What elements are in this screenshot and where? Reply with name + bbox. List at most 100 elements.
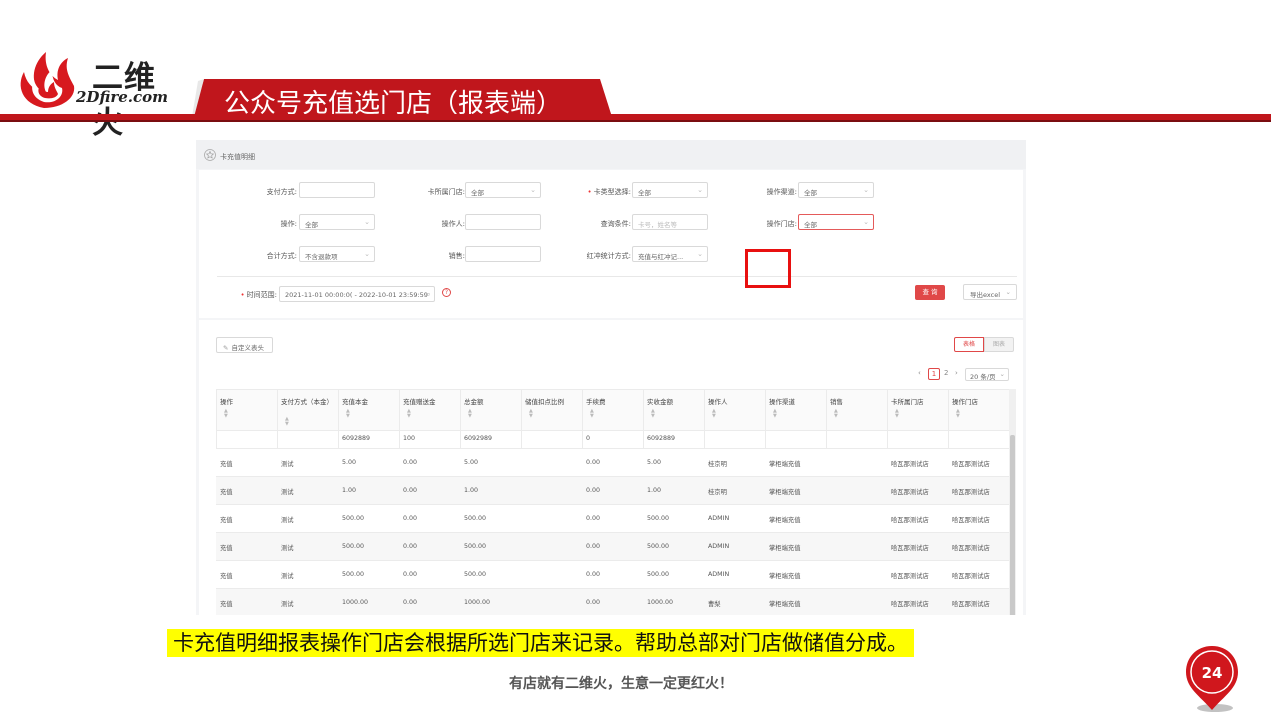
sort-icon[interactable]: ▲ ▼	[895, 409, 899, 419]
chevron-down-icon: ⌄	[863, 186, 869, 194]
red-stat-select[interactable]: 充值与红冲记... ⌄	[632, 246, 708, 262]
column-header[interactable]: 手续费	[586, 398, 637, 407]
column-header[interactable]: 卡所属门店	[891, 398, 942, 407]
view-chart-tab[interactable]: 图表	[984, 337, 1014, 352]
sort-icon[interactable]: ▲ ▼	[407, 409, 411, 419]
column-header[interactable]: 实收金额	[647, 398, 698, 407]
table-cell: 曹梨	[708, 601, 721, 608]
column-header[interactable]: 支付方式（本金）	[281, 398, 333, 407]
time-range-label-text: 时间范围:	[246, 291, 277, 299]
sum-method-label: 合计方式:	[266, 252, 297, 260]
export-excel-label: 导出excel	[970, 291, 1000, 299]
slide-caption: 卡充值明细报表操作门店会根据所选门店来记录。帮助总部对门店做储值分成。	[167, 629, 914, 657]
table-cell: 0.00	[586, 571, 601, 578]
query-cond-input[interactable]: 卡号，姓名等	[632, 214, 708, 230]
column-divider	[582, 389, 583, 448]
time-range-picker[interactable]: 2021-11-01 00:00:0( - 2022-10-01 23:59:5…	[279, 286, 435, 302]
sum-method-select[interactable]: 不含退款项 ⌄	[299, 246, 375, 262]
table-cell: 500.00	[464, 515, 487, 522]
card-store-value: 全部	[471, 189, 484, 197]
sort-icon[interactable]: ▲ ▼	[468, 409, 472, 419]
breadcrumb: 卡充值明细	[220, 153, 255, 161]
custom-header-button[interactable]: ✎ 自定义表头	[216, 337, 273, 353]
pager-next[interactable]: ›	[955, 369, 958, 377]
column-header[interactable]: 储值扣点比例	[525, 398, 576, 407]
sort-icon[interactable]: ▲ ▼	[346, 409, 350, 419]
table-panel: ✎ 自定义表头 表格 图表 ‹ 1 2 › 20 条/页 ⌄ 操作 ▲ ▼ 支付方式（本…	[199, 320, 1023, 615]
table-cell: 500.00	[342, 571, 365, 578]
column-header[interactable]: 操作门店	[952, 398, 1003, 407]
table-cell: 哈瓦那测试店	[891, 601, 929, 608]
column-header[interactable]: 销售	[830, 398, 881, 407]
sales-input[interactable]	[465, 246, 541, 262]
table-cell: ADMIN	[708, 543, 730, 550]
table-cell: 500.00	[647, 515, 670, 522]
sort-icon[interactable]: ▲ ▼	[956, 409, 960, 419]
page-size-select[interactable]: 20 条/页 ⌄	[965, 368, 1009, 381]
red-stat-value: 充值与红冲记...	[638, 253, 684, 261]
table-cell: 1.00	[342, 487, 357, 494]
op-store-select[interactable]: 全部 ⌄	[798, 214, 874, 230]
sort-icon[interactable]: ▲ ▼	[590, 409, 594, 419]
scrollbar-thumb[interactable]	[1010, 435, 1015, 615]
column-divider	[521, 389, 522, 448]
column-divider	[765, 389, 766, 448]
report-screenshot: 卡充值明细 支付方式: 卡所属门店: 全部 ⌄ • 卡类型选择: 全部 ⌄ 操作渠道:…	[196, 140, 1026, 615]
pay-method-label: 支付方式:	[266, 188, 297, 196]
table-cell: 哈瓦那测试店	[891, 573, 929, 580]
column-header[interactable]: 充值赠送金	[403, 398, 454, 407]
view-table-tab[interactable]: 表格	[954, 337, 984, 352]
column-header[interactable]: 操作	[220, 398, 271, 407]
query-button[interactable]: 查 询	[915, 285, 945, 300]
pager-prev[interactable]: ‹	[918, 369, 921, 377]
pay-method-select[interactable]	[299, 182, 375, 198]
export-excel-button[interactable]: 导出excel ⌄	[963, 284, 1017, 300]
table-cell: 500.00	[647, 571, 670, 578]
table-cell: 0.00	[403, 459, 418, 466]
summary-cell: 6092889	[647, 435, 676, 442]
help-icon[interactable]: ?	[442, 288, 451, 297]
table-cell: 哈瓦那测试店	[952, 489, 990, 496]
column-divider	[277, 389, 278, 448]
table-cell: 0.00	[586, 515, 601, 522]
sort-icon[interactable]: ▲ ▼	[834, 409, 838, 419]
summary-cell: 0	[586, 435, 591, 442]
table-cell: 充值	[220, 545, 233, 552]
table-cell: ADMIN	[708, 571, 730, 578]
column-divider	[460, 389, 461, 448]
sort-icon[interactable]: ▲ ▼	[712, 409, 716, 419]
summary-cell: 6092989	[464, 435, 493, 442]
title-underline-shadow	[0, 120, 1271, 122]
card-type-select[interactable]: 全部 ⌄	[632, 182, 708, 198]
table-scrollbar[interactable]	[1009, 389, 1016, 615]
card-store-select[interactable]: 全部 ⌄	[465, 182, 541, 198]
op-store-value: 全部	[804, 221, 817, 229]
row-divider	[216, 504, 1009, 505]
sort-icon[interactable]: ▲ ▼	[651, 409, 655, 419]
red-stat-label: 红冲统计方式:	[586, 252, 631, 260]
channel-select[interactable]: 全部 ⌄	[798, 182, 874, 198]
column-header[interactable]: 操作渠道	[769, 398, 820, 407]
op-select[interactable]: 全部 ⌄	[299, 214, 375, 230]
card-type-label: • 卡类型选择:	[569, 187, 632, 197]
operator-input[interactable]	[465, 214, 541, 230]
sort-icon[interactable]: ▲ ▼	[285, 417, 289, 427]
column-header[interactable]: 总金额	[464, 398, 515, 407]
favorite-star-icon[interactable]	[204, 149, 216, 161]
pager-page-2[interactable]: 2	[944, 369, 948, 377]
pager-page-1[interactable]: 1	[928, 368, 940, 380]
table-cell: 测试	[281, 517, 294, 524]
row-divider	[216, 430, 1009, 431]
slide-title-banner: 公众号充值选门店（报表端）	[192, 79, 612, 119]
column-header[interactable]: 操作人	[708, 398, 759, 407]
table-cell: 掌柜端充值	[769, 573, 801, 580]
row-divider	[216, 560, 1009, 561]
column-divider	[643, 389, 644, 448]
operator-label: 操作人:	[441, 220, 465, 228]
summary-cell: 6092889	[342, 435, 371, 442]
column-header[interactable]: 充值本金	[342, 398, 393, 407]
sort-icon[interactable]: ▲ ▼	[773, 409, 777, 419]
sort-icon[interactable]: ▲ ▼	[224, 409, 228, 419]
sort-icon[interactable]: ▲ ▼	[529, 409, 533, 419]
column-divider	[887, 389, 888, 448]
